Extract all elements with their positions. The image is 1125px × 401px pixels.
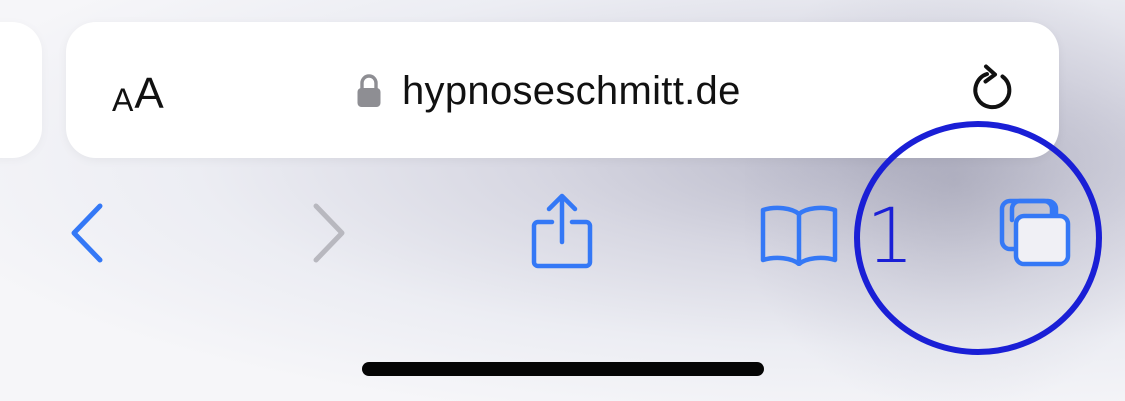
url-display[interactable]: hypnoseschmitt.de [356,64,741,118]
tabs-button[interactable] [996,198,1074,270]
text-size-small-label: A [112,82,134,118]
forward-button[interactable] [302,200,356,266]
back-button[interactable] [60,200,114,266]
text-size-button[interactable]: A A [112,66,164,118]
url-text: hypnoseschmitt.de [402,68,741,113]
annotation-number: 1 [866,191,915,280]
lock-icon [357,74,381,107]
previous-tab-card[interactable] [0,22,42,158]
bookmarks-button[interactable] [758,202,840,266]
home-indicator[interactable] [362,362,764,376]
text-size-large-label: A [134,69,164,118]
share-button[interactable] [528,192,596,272]
reload-icon[interactable] [966,62,1020,116]
